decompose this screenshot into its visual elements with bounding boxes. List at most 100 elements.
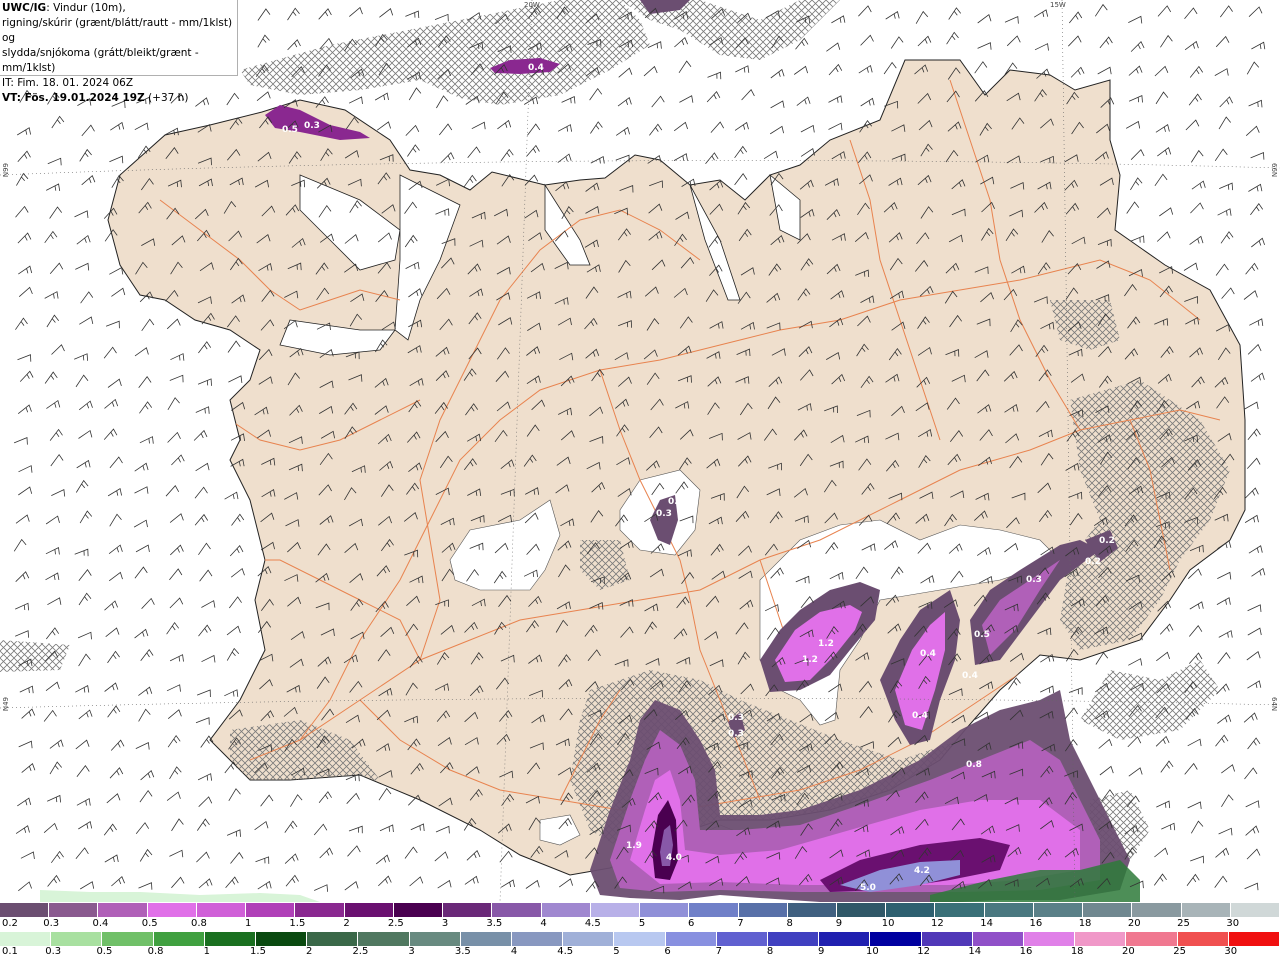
wind-barb — [1157, 147, 1172, 157]
wind-barb — [230, 567, 245, 578]
precip-value-label: 0.3 — [668, 497, 684, 507]
wind-barb — [44, 230, 58, 244]
wind-barb — [1244, 882, 1259, 891]
rain-scale-swatch — [921, 932, 973, 946]
wind-barb — [705, 152, 719, 164]
wind-barb — [198, 542, 211, 556]
wind-barb — [167, 431, 181, 443]
precip-value-label: 0.3 — [304, 121, 320, 131]
wind-barb — [171, 876, 185, 889]
wind-barb — [1246, 651, 1261, 661]
wind-barb — [436, 95, 449, 109]
wind-barb — [1189, 235, 1204, 245]
forecast-lead: (+37 h) — [144, 92, 189, 104]
wind-barb — [169, 849, 184, 858]
precip-value-label: 0.3 — [728, 713, 744, 723]
wind-barb — [140, 770, 155, 781]
wind-barb — [376, 121, 391, 131]
rain-scale-swatch — [1126, 932, 1178, 946]
wind-barb — [15, 602, 29, 611]
rain-scale-tick-label: 3 — [408, 946, 415, 957]
wind-barb — [525, 879, 540, 889]
wind-barb — [741, 89, 755, 101]
snow-scale-swatch — [590, 903, 641, 917]
snow-scale-swatch — [640, 903, 690, 917]
wind-barb — [80, 291, 94, 304]
wind-barb — [224, 689, 239, 697]
wind-barb — [78, 820, 93, 830]
wind-barb — [1159, 207, 1174, 217]
wind-barb — [78, 653, 91, 667]
wind-barb — [673, 121, 688, 132]
wind-barb — [735, 65, 750, 73]
rain-scale-tick-label: 4 — [510, 946, 518, 957]
wind-barb — [13, 437, 28, 445]
wind-barb — [196, 818, 210, 831]
wind-barb — [1251, 237, 1265, 248]
wind-barb — [284, 853, 299, 864]
rain-scale-swatch — [409, 932, 461, 946]
rain-scale-tick-label: 25 — [1173, 946, 1186, 957]
wind-barb — [1217, 571, 1232, 580]
wind-barb — [138, 376, 152, 389]
wind-barb — [379, 8, 394, 18]
wind-barb — [319, 847, 334, 859]
rain-scale-tick-label: 20 — [1122, 946, 1135, 957]
wind-barb — [405, 10, 420, 19]
wind-barb — [1220, 231, 1234, 244]
rain-scale-swatch — [665, 932, 717, 946]
wind-barb — [1033, 9, 1049, 18]
wind-barb — [15, 825, 30, 834]
wind-barb — [1160, 760, 1174, 773]
wind-barb — [228, 596, 242, 609]
wind-barb — [50, 454, 64, 467]
rain-scale-tick-label: 1.5 — [250, 946, 266, 957]
wind-barb — [1217, 714, 1232, 724]
rain-scale-swatch — [153, 932, 205, 946]
snow-scale-tick-label: 1 — [244, 918, 252, 929]
wind-barb — [77, 631, 92, 640]
wind-barb — [17, 232, 32, 244]
wind-barb — [1215, 35, 1230, 48]
wind-barb — [229, 545, 244, 557]
wind-barb — [109, 266, 124, 275]
precip-value-label: 0.5 — [282, 125, 298, 135]
wind-barb — [107, 705, 121, 718]
snow-scale-swatch — [689, 903, 739, 917]
wind-barb — [734, 145, 748, 159]
snow-scale-swatch — [935, 903, 985, 917]
snow-scale-swatch — [492, 903, 542, 917]
snow-scale-tick-label: 0.5 — [141, 918, 158, 929]
rain-scale-tick-label: 12 — [917, 946, 930, 957]
wind-barb — [344, 881, 359, 891]
wind-barb — [1128, 15, 1143, 24]
wind-barb — [409, 876, 424, 887]
wind-barb — [15, 571, 30, 582]
rain-scale-tick-label: 10 — [866, 946, 879, 957]
snow-scale-tick-label: 20 — [1127, 918, 1141, 929]
wind-barb — [1221, 794, 1234, 808]
wind-barb — [15, 514, 30, 524]
wind-barb — [1250, 152, 1265, 160]
wind-barb — [590, 155, 605, 164]
wind-barb — [195, 717, 210, 725]
wind-barb — [1219, 96, 1233, 108]
wind-barb — [1154, 65, 1169, 77]
wind-barb — [375, 854, 390, 865]
wind-barb — [1247, 428, 1261, 441]
snow-scale-tick-label: 4.5 — [584, 918, 601, 929]
wind-barb — [1214, 148, 1228, 162]
wind-barb — [1245, 262, 1259, 275]
wind-barb — [1130, 177, 1143, 191]
wind-barb — [917, 35, 932, 47]
wind-barb — [314, 884, 328, 892]
wind-barb — [17, 150, 31, 163]
wind-barb — [793, 65, 808, 75]
wind-barb — [170, 544, 184, 556]
wind-barb — [434, 13, 449, 22]
wind-barb — [1184, 7, 1198, 20]
wind-barb — [104, 682, 119, 692]
wind-barb — [47, 597, 62, 606]
wind-barb — [199, 569, 213, 582]
wind-barb — [1250, 203, 1264, 216]
